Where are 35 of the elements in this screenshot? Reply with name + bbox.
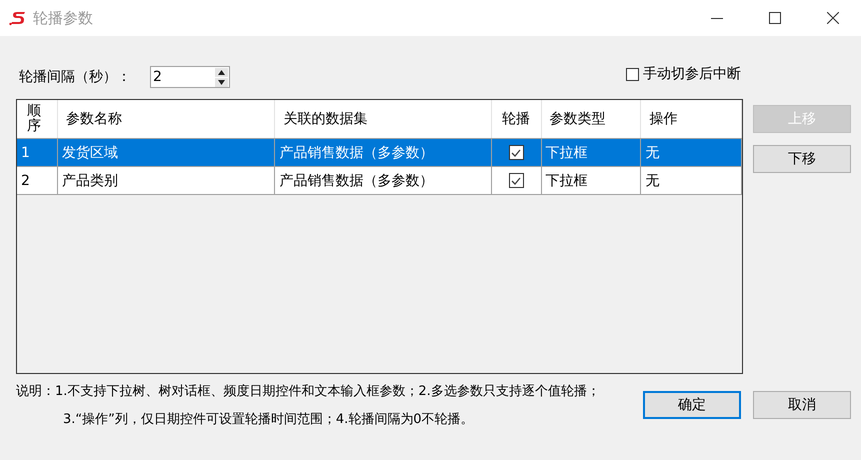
table-cell: 2 — [21, 172, 30, 188]
table-cell: 产品销售数据（多参数） — [279, 144, 434, 162]
table-cell: 无 — [645, 172, 660, 190]
interrupt-checkbox[interactable] — [626, 68, 639, 80]
move-down-button[interactable]: 下移 — [753, 145, 851, 173]
close-icon[interactable] — [827, 12, 839, 24]
table-cell: 发货区域 — [62, 144, 118, 162]
up-arrow-icon[interactable] — [215, 68, 228, 76]
carousel-checkbox[interactable] — [508, 173, 524, 188]
table-cell: 下拉框 — [546, 172, 588, 190]
column-header: 参数类型 — [542, 100, 642, 138]
table-row[interactable]: 2 产品类别 产品销售数据（多参数） 下拉框 无 — [17, 167, 742, 195]
interrupt-label: 手动切参后中断 — [643, 65, 741, 83]
app-logo-icon — [9, 10, 27, 26]
table-cell: 下拉框 — [546, 144, 588, 162]
column-header: 参数名称 — [58, 100, 276, 138]
note-text: 3.“操作”列，仅日期控件可设置轮播时间范围；4.轮播间隔为0不轮播。 — [62, 411, 475, 429]
table-row[interactable]: 1 发货区域 产品销售数据（多参数） 下拉框 无 — [17, 139, 742, 167]
interval-spinner[interactable]: 2 — [150, 66, 230, 88]
ok-button[interactable]: 确定 — [643, 391, 741, 419]
maximize-icon[interactable] — [769, 12, 781, 24]
down-arrow-icon[interactable] — [215, 78, 228, 86]
carousel-checkbox[interactable] — [508, 145, 524, 160]
column-header: 顺序 — [17, 100, 58, 138]
note-text: 说明：1.不支持下拉树、树对话框、频度日期控件和文本输入框参数；2.多选参数只支持逐个值轮播； — [16, 383, 601, 401]
table-cell: 1 — [21, 144, 30, 160]
interval-label: 轮播间隔（秒）： — [19, 68, 131, 86]
window-title: 轮播参数 — [33, 8, 93, 28]
column-header: 操作 — [641, 100, 742, 138]
table-cell: 产品类别 — [62, 172, 118, 190]
cancel-button[interactable]: 取消 — [753, 391, 851, 419]
column-header: 轮播 — [492, 100, 542, 138]
table-cell: 产品销售数据（多参数） — [279, 172, 434, 190]
column-header: 关联的数据集 — [275, 100, 492, 138]
table-cell: 无 — [645, 144, 660, 162]
